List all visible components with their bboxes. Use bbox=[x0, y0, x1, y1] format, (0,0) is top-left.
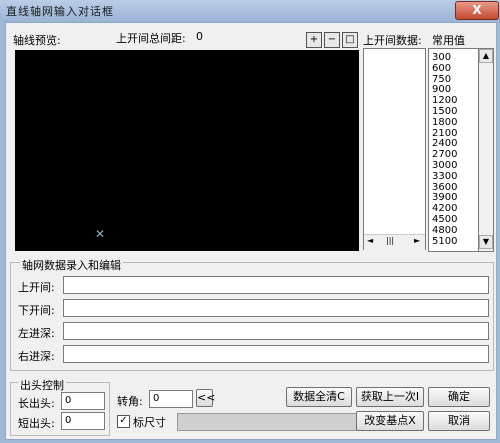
angle-pick-button[interactable]: << bbox=[196, 389, 215, 407]
left-depth-input[interactable] bbox=[63, 322, 489, 340]
cancel-button[interactable]: 取消 bbox=[428, 411, 490, 431]
scroll-left-icon[interactable]: ◄ bbox=[367, 236, 373, 245]
short-overhang-input[interactable]: 0 bbox=[61, 412, 105, 430]
right-depth-input[interactable] bbox=[63, 345, 489, 363]
close-icon: X bbox=[472, 3, 482, 17]
horizontal-scrollbar[interactable]: ◄ ||| ► bbox=[364, 234, 425, 250]
progress-bar bbox=[177, 413, 357, 431]
common-value-item[interactable]: 1800 bbox=[432, 117, 457, 129]
angle-label: 转角: bbox=[117, 395, 143, 408]
common-values-items: 300 600 750 900 1200 1500 1800 2100 2400 2700 3000… bbox=[432, 52, 457, 248]
bay-data-list[interactable]: ◄ ||| ► bbox=[363, 48, 426, 250]
short-overhang-label: 短出头: bbox=[18, 417, 55, 430]
common-value-item[interactable]: 5100 bbox=[432, 236, 457, 248]
bottom-bay-input[interactable] bbox=[63, 299, 489, 317]
overhang-group-title: 出头控制 bbox=[18, 377, 66, 393]
scroll-down-icon[interactable]: ▼ bbox=[479, 235, 493, 249]
window-title: 直线轴网输入对话框 bbox=[6, 5, 114, 18]
vertical-scrollbar[interactable]: ▲ ▼ bbox=[478, 48, 494, 252]
zoom-out-icon: − bbox=[327, 34, 337, 45]
dimension-checkbox[interactable]: ✓ bbox=[117, 415, 130, 428]
zoom-in-icon: + bbox=[309, 34, 319, 45]
long-overhang-label: 长出头: bbox=[18, 397, 55, 410]
common-value-item[interactable]: 4800 bbox=[432, 225, 457, 237]
edit-group-title: 轴网数据录入和编辑 bbox=[20, 257, 123, 273]
scroll-right-icon[interactable]: ► bbox=[414, 236, 420, 245]
zoom-fit-button[interactable]: □ bbox=[342, 32, 358, 48]
fetch-last-button[interactable]: 获取上一次I bbox=[356, 387, 424, 407]
ok-button[interactable]: 确定 bbox=[428, 387, 490, 407]
clear-all-button[interactable]: 数据全清C bbox=[286, 387, 352, 407]
common-values-label: 常用值 bbox=[432, 34, 465, 47]
common-value-item[interactable]: 3300 bbox=[432, 171, 457, 183]
zoom-out-button[interactable]: − bbox=[324, 32, 340, 48]
top-bay-label: 上开间: bbox=[18, 281, 55, 294]
common-value-item[interactable]: 600 bbox=[432, 63, 457, 75]
change-base-point-button[interactable]: 改变基点X bbox=[356, 411, 424, 431]
spacing-value: 0 bbox=[196, 30, 203, 43]
dimension-label: 标尺寸 bbox=[133, 416, 166, 429]
origin-marker-icon: ✕ bbox=[95, 227, 106, 241]
close-button[interactable]: X bbox=[455, 1, 499, 20]
spacing-label: 上开间总间距: bbox=[116, 32, 186, 45]
axis-preview-canvas[interactable]: ✕ bbox=[15, 50, 359, 251]
bay-data-label: 上开间数据: bbox=[363, 34, 422, 47]
dialog-body: 轴线预览: 上开间总间距: 0 + − □ ✕ 上开间数据: 常用值 ◄ |||… bbox=[5, 22, 497, 440]
angle-input[interactable]: 0 bbox=[149, 390, 193, 408]
common-values-list[interactable]: 300 600 750 900 1200 1500 1800 2100 2400 2700 3000… bbox=[428, 48, 480, 252]
scroll-thumb[interactable]: ||| bbox=[386, 236, 394, 245]
right-depth-label: 右进深: bbox=[18, 350, 55, 363]
title-bar: 直线轴网输入对话框 X bbox=[0, 0, 500, 22]
top-bay-input[interactable] bbox=[63, 276, 489, 294]
left-depth-label: 左进深: bbox=[18, 327, 55, 340]
zoom-fit-icon: □ bbox=[345, 34, 355, 45]
scroll-up-icon[interactable]: ▲ bbox=[479, 49, 493, 63]
zoom-in-button[interactable]: + bbox=[306, 32, 322, 48]
preview-label: 轴线预览: bbox=[13, 34, 61, 47]
long-overhang-input[interactable]: 0 bbox=[61, 392, 105, 410]
bottom-bay-label: 下开间: bbox=[18, 304, 55, 317]
